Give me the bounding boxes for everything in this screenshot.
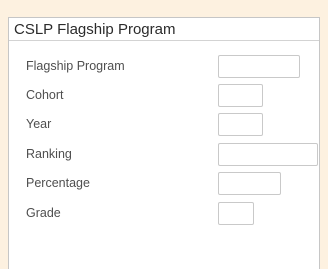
flagship-program-input[interactable]: [218, 55, 300, 78]
form-row-percentage: Percentage: [9, 172, 319, 196]
form-row-cohort: Cohort: [9, 84, 319, 108]
cohort-input[interactable]: [218, 84, 263, 107]
panel-header: CSLP Flagship Program: [9, 18, 319, 41]
grade-input[interactable]: [218, 202, 254, 225]
form-row-flagship-program: Flagship Program: [9, 55, 319, 79]
form-row-year: Year: [9, 113, 319, 137]
panel-title: CSLP Flagship Program: [14, 20, 176, 38]
cohort-label: Cohort: [26, 88, 64, 102]
percentage-label: Percentage: [26, 176, 90, 190]
percentage-input[interactable]: [218, 172, 281, 195]
form-row-grade: Grade: [9, 202, 319, 226]
grade-label: Grade: [26, 206, 61, 220]
flagship-program-label: Flagship Program: [26, 59, 125, 73]
ranking-input[interactable]: [218, 143, 318, 166]
year-input[interactable]: [218, 113, 263, 136]
year-label: Year: [26, 117, 52, 131]
form-row-ranking: Ranking: [9, 143, 319, 167]
ranking-label: Ranking: [26, 147, 72, 161]
cslp-flagship-program-panel: CSLP Flagship Program Flagship Program C…: [8, 17, 320, 269]
